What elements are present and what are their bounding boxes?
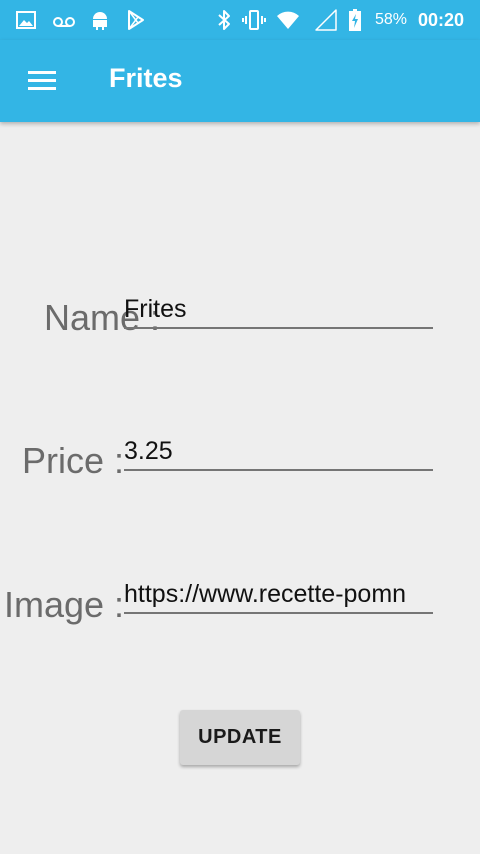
price-label: Price : — [22, 440, 125, 481]
voicemail-icon — [53, 17, 75, 27]
image-url-field[interactable] — [124, 576, 433, 614]
play-store-icon — [128, 10, 144, 30]
battery-percentage: 58% — [375, 11, 408, 28]
page-title: Frites — [109, 63, 183, 93]
image-label: Image : — [4, 584, 125, 625]
update-button[interactable]: UPDATE — [180, 710, 300, 765]
battery-charging-icon — [349, 9, 361, 31]
vibrate-icon — [242, 10, 266, 30]
price-field[interactable] — [124, 433, 433, 471]
wifi-icon — [277, 11, 299, 29]
app-bar: Frites — [0, 40, 480, 122]
bluetooth-icon — [218, 10, 230, 30]
android-icon — [93, 12, 107, 30]
status-bar: 58% 00:20 — [0, 0, 480, 40]
hamburger-menu-icon[interactable] — [20, 60, 64, 100]
name-field[interactable] — [124, 291, 433, 329]
gallery-icon — [16, 11, 36, 29]
clock: 00:20 — [418, 10, 465, 30]
signal-icon — [315, 9, 337, 31]
